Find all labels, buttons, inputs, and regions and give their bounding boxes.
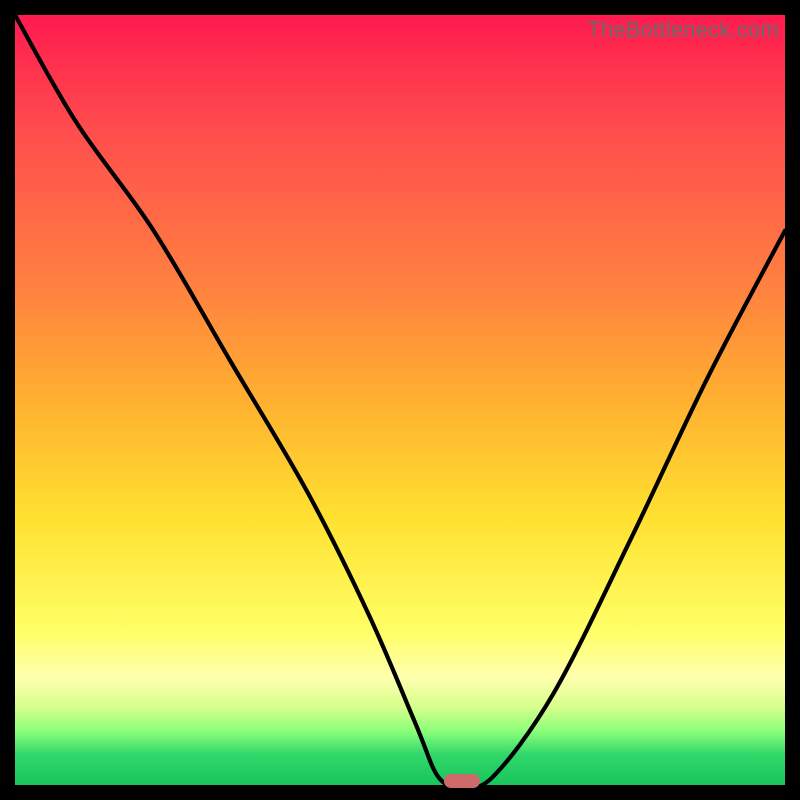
bottleneck-curve	[15, 15, 785, 785]
plot-area: TheBottleneck.com	[15, 15, 785, 785]
chart-frame: TheBottleneck.com	[0, 0, 800, 800]
curve-path	[15, 15, 785, 785]
optimum-marker	[444, 774, 480, 788]
